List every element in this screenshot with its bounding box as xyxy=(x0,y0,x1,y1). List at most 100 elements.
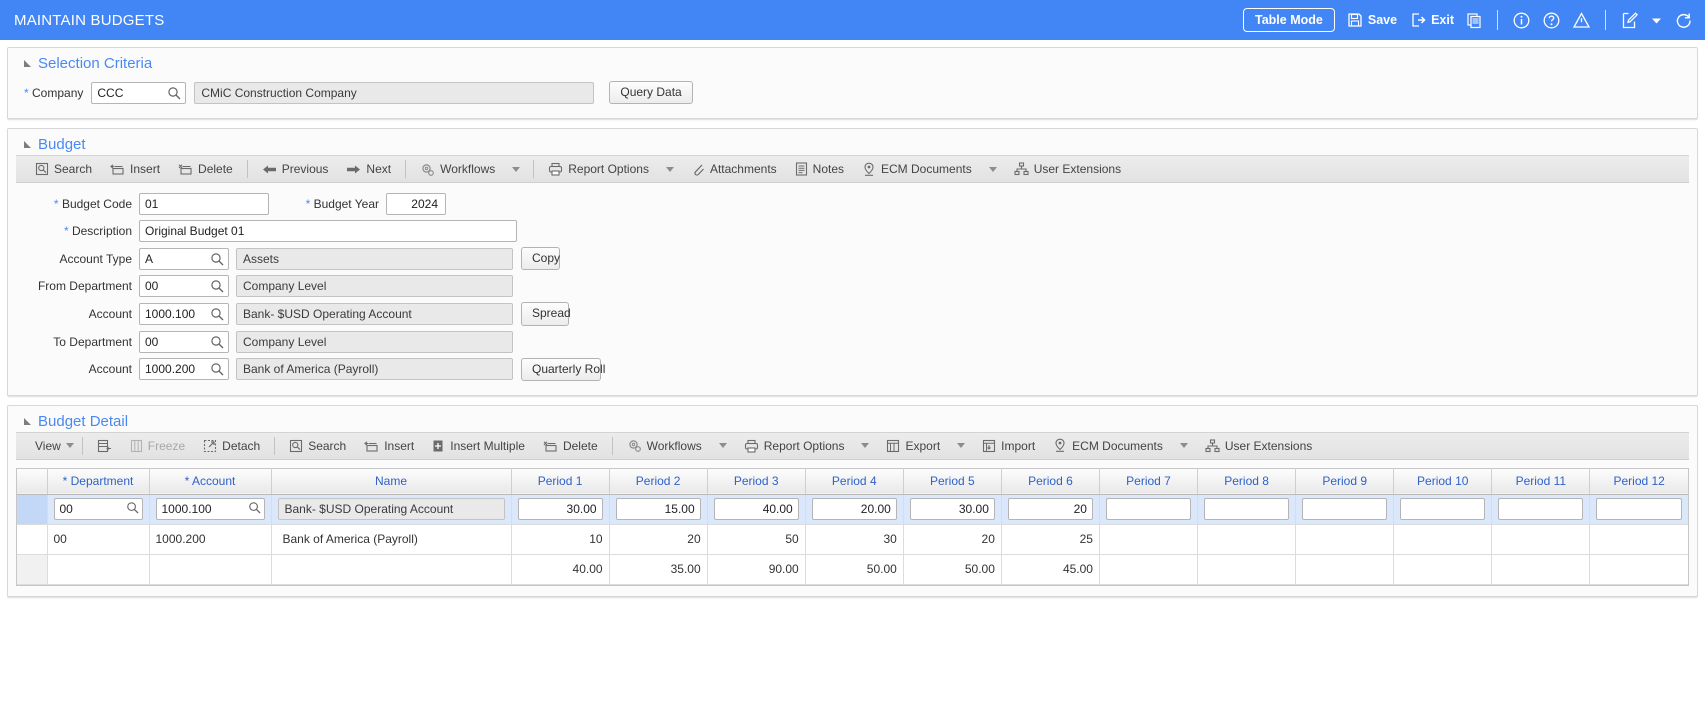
cell-period-6[interactable] xyxy=(1001,494,1100,525)
quarterly-roll-button[interactable]: Quarterly Roll xyxy=(521,357,605,381)
col-name[interactable]: Name xyxy=(271,467,512,495)
search-icon[interactable] xyxy=(210,307,224,324)
import-button[interactable]: Import xyxy=(973,433,1044,459)
search-icon[interactable] xyxy=(210,335,224,352)
collapse-triangle-icon[interactable] xyxy=(24,141,31,149)
period-2-input[interactable] xyxy=(615,498,701,521)
cell-period-2[interactable] xyxy=(609,494,708,525)
detail-search-button[interactable]: Search xyxy=(280,433,355,459)
cell-period-10[interactable] xyxy=(1393,494,1493,525)
cell-period-3[interactable] xyxy=(707,494,806,525)
export-caret[interactable] xyxy=(949,433,973,459)
cell-department[interactable] xyxy=(47,494,150,525)
table-row[interactable]: 00 1000.200 Bank of America (Payroll) 10… xyxy=(17,524,1688,555)
search-icon[interactable] xyxy=(210,252,224,269)
copy-button[interactable]: Copy xyxy=(521,247,560,271)
budget-attachments-button[interactable]: Attachments xyxy=(682,156,786,182)
col-period-8[interactable]: Period 8 xyxy=(1197,467,1297,495)
query-data-button[interactable]: Query Data xyxy=(609,81,693,105)
cell-period-2[interactable]: 20 xyxy=(609,524,708,555)
view-menu-button[interactable]: View xyxy=(26,433,77,459)
account-lov[interactable] xyxy=(155,498,265,521)
budget-notes-button[interactable]: Notes xyxy=(786,156,853,182)
cell-period-7[interactable] xyxy=(1099,524,1199,555)
cell-account[interactable] xyxy=(149,494,272,525)
detail-workflows-button[interactable]: Workflows xyxy=(618,433,711,459)
col-period-6[interactable]: Period 6 xyxy=(1001,467,1100,495)
detail-user-extensions-button[interactable]: User Extensions xyxy=(1196,433,1321,459)
table-mode-button[interactable]: Table Mode xyxy=(1243,7,1335,33)
period-7-input[interactable] xyxy=(1105,498,1192,521)
search-icon[interactable] xyxy=(248,501,261,517)
cell-account[interactable]: 1000.200 xyxy=(149,524,272,555)
from-account-lov[interactable] xyxy=(139,302,229,325)
search-icon[interactable] xyxy=(126,501,139,517)
period-10-input[interactable] xyxy=(1400,498,1486,521)
col-period-2[interactable]: Period 2 xyxy=(609,467,708,495)
search-icon[interactable] xyxy=(210,279,224,296)
from-department-lov[interactable] xyxy=(139,275,229,298)
budget-ecm-documents-button[interactable]: ECM Documents xyxy=(853,156,981,182)
detail-delete-button[interactable]: Delete xyxy=(534,433,607,459)
exit-button[interactable]: Exit xyxy=(1409,10,1455,30)
cell-period-9[interactable] xyxy=(1295,524,1395,555)
row-handle[interactable] xyxy=(17,494,48,525)
department-lov[interactable] xyxy=(53,498,143,521)
col-account[interactable]: * Account xyxy=(149,467,272,495)
cell-period-1[interactable] xyxy=(511,494,610,525)
budget-delete-button[interactable]: Delete xyxy=(169,156,242,182)
period-11-input[interactable] xyxy=(1498,498,1584,521)
collapse-triangle-icon[interactable] xyxy=(24,60,31,67)
col-period-3[interactable]: Period 3 xyxy=(707,467,806,495)
cell-period-12[interactable] xyxy=(1589,524,1688,555)
detail-ecm-caret[interactable] xyxy=(1172,433,1196,459)
cell-period-7[interactable] xyxy=(1099,494,1199,525)
period-4-input[interactable] xyxy=(811,498,897,521)
save-button[interactable]: Save xyxy=(1346,10,1398,30)
col-period-5[interactable]: Period 5 xyxy=(903,467,1002,495)
budget-report-options-button[interactable]: Report Options xyxy=(539,156,658,182)
cell-period-9[interactable] xyxy=(1295,494,1395,525)
col-period-4[interactable]: Period 4 xyxy=(805,467,904,495)
to-account-lov[interactable] xyxy=(139,358,229,381)
export-button[interactable]: Export xyxy=(877,433,949,459)
spread-button[interactable]: Spread xyxy=(521,302,571,326)
collapse-triangle-icon[interactable] xyxy=(24,417,31,425)
budget-ecm-caret[interactable] xyxy=(981,156,1005,182)
col-period-10[interactable]: Period 10 xyxy=(1393,467,1493,495)
budget-search-button[interactable]: Search xyxy=(26,156,101,182)
budget-insert-button[interactable]: Insert xyxy=(101,156,169,182)
col-period-9[interactable]: Period 9 xyxy=(1295,467,1395,495)
budget-previous-button[interactable]: Previous xyxy=(253,156,338,182)
budget-year-field[interactable]: 2024 xyxy=(386,193,446,216)
cell-period-10[interactable] xyxy=(1393,524,1493,555)
insert-multiple-button[interactable]: Insert Multiple xyxy=(423,433,534,459)
row-handle[interactable] xyxy=(17,524,48,555)
cell-period-1[interactable]: 10 xyxy=(511,524,610,555)
cell-department[interactable]: 00 xyxy=(47,524,150,555)
detach-columns-button[interactable] xyxy=(88,433,121,459)
info-icon[interactable] xyxy=(1512,11,1531,30)
cell-period-3[interactable]: 50 xyxy=(707,524,806,555)
table-row[interactable]: Bank- $USD Operating Account xyxy=(17,494,1688,525)
help-icon[interactable] xyxy=(1542,11,1561,30)
col-department[interactable]: * Department xyxy=(47,467,150,495)
period-5-input[interactable] xyxy=(909,498,995,521)
cell-period-8[interactable] xyxy=(1197,524,1297,555)
cell-period-12[interactable] xyxy=(1589,494,1688,525)
search-icon[interactable] xyxy=(167,86,181,103)
edit-icon[interactable] xyxy=(1620,11,1639,30)
cell-period-8[interactable] xyxy=(1197,494,1297,525)
budget-workflows-caret[interactable] xyxy=(504,156,528,182)
budget-user-extensions-button[interactable]: User Extensions xyxy=(1005,156,1130,182)
cell-period-4[interactable] xyxy=(805,494,904,525)
cell-period-6[interactable]: 25 xyxy=(1001,524,1100,555)
warning-icon[interactable] xyxy=(1572,11,1591,30)
detail-report-options-caret[interactable] xyxy=(853,433,877,459)
cell-period-11[interactable] xyxy=(1491,494,1591,525)
detach-button[interactable]: Detach xyxy=(194,433,269,459)
period-9-input[interactable] xyxy=(1302,498,1388,521)
company-code-lov[interactable] xyxy=(91,81,187,104)
period-8-input[interactable] xyxy=(1204,498,1290,521)
budget-report-options-caret[interactable] xyxy=(658,156,682,182)
